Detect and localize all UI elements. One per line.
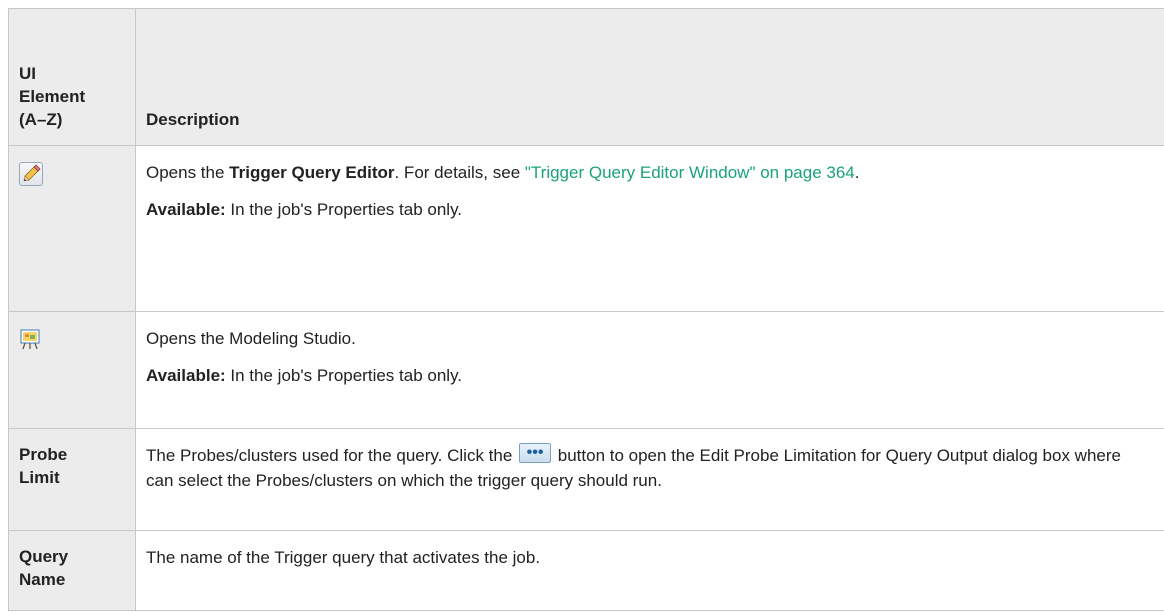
row-description-cell: The name of the Trigger query that activ… [136, 531, 1164, 611]
table-row: Query Name The name of the Trigger query… [9, 531, 1164, 611]
desc-text: . [855, 163, 860, 182]
pencil-edit-icon [19, 162, 43, 186]
trigger-query-editor-term: Trigger Query Editor [229, 163, 394, 182]
table-header-row: UI Element (A–Z) Description [9, 9, 1164, 146]
row-ui-cell: Query Name [9, 531, 136, 611]
query-name-label-line2: Name [19, 568, 127, 591]
header-ui-element-line1: UI [19, 62, 135, 85]
query-name-label-line1: Query [19, 545, 127, 568]
row-description: The name of the Trigger query that activ… [146, 545, 1152, 570]
availability-note: Available: In the job's Properties tab o… [146, 363, 1152, 388]
probe-limit-label-line2: Limit [19, 466, 127, 489]
table-row: Probe Limit The Probes/clusters used for… [9, 429, 1164, 531]
row-description: The Probes/clusters used for the query. … [146, 443, 1152, 493]
desc-text: . For details, see [394, 163, 524, 182]
desc-text: The Probes/clusters used for the query. … [146, 446, 517, 465]
available-label: Available: [146, 366, 226, 385]
ellipsis-button-icon: ••• [519, 443, 551, 463]
available-text: In the job's Properties tab only. [226, 366, 462, 385]
row-ui-cell [9, 312, 136, 429]
availability-note: Available: In the job's Properties tab o… [146, 197, 1152, 222]
row-description-cell: Opens the Modeling Studio. Available: In… [136, 312, 1164, 429]
header-description: Description [136, 9, 1164, 146]
row-description-cell: Opens the Trigger Query Editor. For deta… [136, 146, 1164, 312]
desc-text: Opens the [146, 163, 229, 182]
available-text: In the job's Properties tab only. [226, 200, 462, 219]
header-ui-element: UI Element (A–Z) [9, 9, 136, 146]
header-ui-element-line3: (A–Z) [19, 108, 135, 131]
table-row: Opens the Trigger Query Editor. For deta… [9, 146, 1164, 312]
row-description-cell: The Probes/clusters used for the query. … [136, 429, 1164, 531]
ui-elements-table: UI Element (A–Z) Description Opens [8, 8, 1164, 611]
row-description: Opens the Trigger Query Editor. For deta… [146, 160, 1152, 185]
header-ui-element-line2: Element [19, 85, 135, 108]
available-label: Available: [146, 200, 226, 219]
modeling-studio-icon [19, 328, 41, 350]
trigger-query-editor-window-link[interactable]: "Trigger Query Editor Window" on page 36… [525, 163, 855, 182]
row-ui-cell: Probe Limit [9, 429, 136, 531]
row-ui-cell [9, 146, 136, 312]
row-description: Opens the Modeling Studio. [146, 326, 1152, 351]
table-row: Opens the Modeling Studio. Available: In… [9, 312, 1164, 429]
probe-limit-label-line1: Probe [19, 443, 127, 466]
